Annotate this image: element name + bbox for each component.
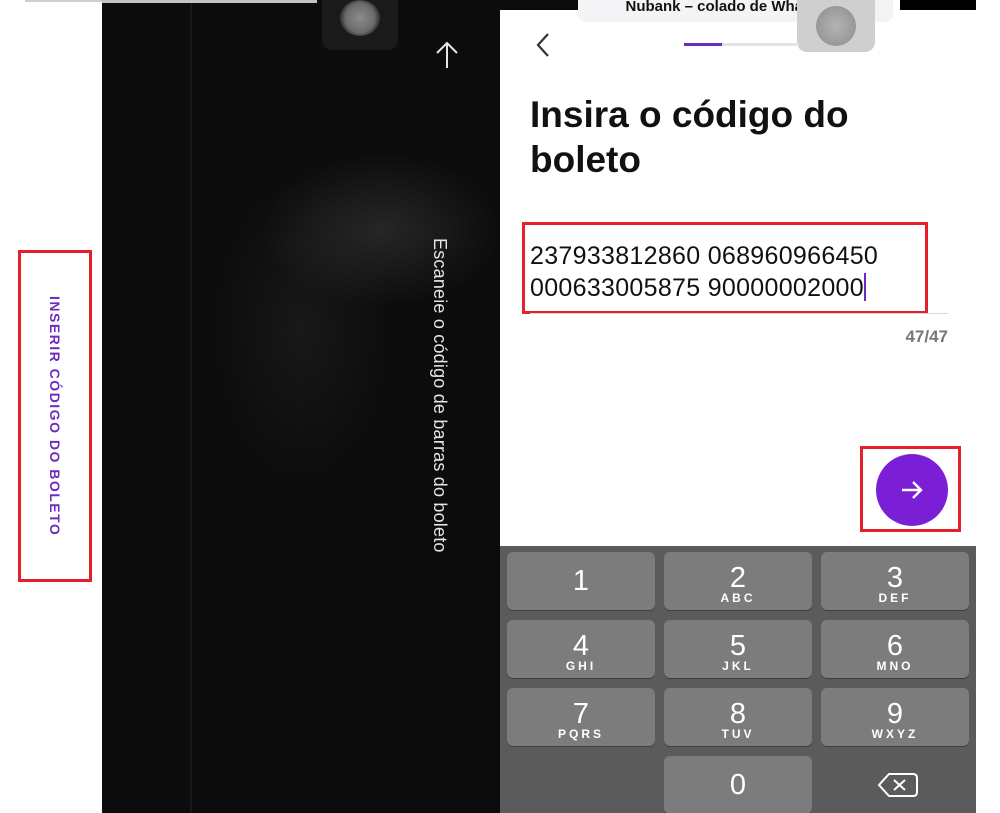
key-8[interactable]: 8 TUV (664, 688, 812, 746)
key-3[interactable]: 3 DEF (821, 552, 969, 610)
viewfinder-stripe (190, 0, 192, 813)
key-letters: ABC (720, 591, 756, 605)
camera-shutter-button[interactable] (340, 0, 380, 36)
code-entry-screen: Nubank – colado de WhatsApp Insira o cód… (500, 0, 976, 813)
key-9[interactable]: 9 WXYZ (821, 688, 969, 746)
code-line-2-text: 000633005875 90000002000 (530, 274, 864, 302)
backspace-icon (877, 773, 918, 797)
key-letters: WXYZ (871, 727, 919, 741)
key-number: 7 (572, 698, 590, 730)
camera-viewfinder: Escaneie o código de barras do boleto (102, 0, 500, 813)
key-number: 0 (729, 769, 747, 801)
key-number: 9 (886, 698, 904, 730)
banner-thumbnail (797, 0, 875, 52)
status-bar-edge (500, 0, 578, 10)
top-divider (102, 0, 317, 3)
status-bar-edge (900, 0, 976, 10)
key-number: 5 (729, 630, 747, 662)
key-number: 6 (886, 630, 904, 662)
top-divider (25, 0, 102, 2)
text-caret (863, 273, 866, 301)
thumbnail-icon (816, 6, 856, 46)
right-margin (976, 0, 1000, 813)
insert-code-label: INSERIR CÓDIGO DO BOLETO (47, 295, 63, 537)
key-letters: TUV (721, 727, 755, 741)
progress-fill (684, 43, 722, 46)
left-strip: INSERIR CÓDIGO DO BOLETO (0, 0, 102, 813)
scan-instruction: Escaneie o código de barras do boleto (430, 238, 450, 553)
key-5[interactable]: 5 JKL (664, 620, 812, 678)
step-progress-bar (684, 43, 799, 46)
back-chevron-icon[interactable] (530, 30, 560, 60)
code-line-1: 237933812860 068960966450 (530, 242, 879, 270)
key-letters: GHI (565, 659, 597, 673)
character-counter: 47/47 (905, 327, 948, 346)
barcode-input[interactable]: 237933812860 068960966450 000633005875 9… (530, 240, 930, 304)
key-0[interactable]: 0 (664, 756, 812, 813)
code-line-2: 000633005875 90000002000 (530, 272, 930, 304)
backspace-key[interactable] (821, 756, 969, 813)
key-6[interactable]: 6 MNO (821, 620, 969, 678)
key-2[interactable]: 2 ABC (664, 552, 812, 610)
next-button[interactable] (876, 454, 948, 526)
key-number: 1 (572, 565, 590, 597)
key-7[interactable]: 7 PQRS (507, 688, 655, 746)
arrow-right-icon (902, 481, 923, 499)
input-underline (530, 313, 948, 314)
key-number: 8 (729, 698, 747, 730)
key-number: 2 (729, 562, 747, 594)
arrow-up-icon[interactable] (432, 40, 462, 70)
key-letters: PQRS (557, 727, 604, 741)
key-letters: MNO (876, 659, 914, 673)
key-number: 4 (572, 630, 590, 662)
page-title: Insira o código do boleto (530, 94, 849, 180)
insert-code-button[interactable]: INSERIR CÓDIGO DO BOLETO (18, 250, 92, 582)
key-number: 3 (886, 562, 904, 594)
key-4[interactable]: 4 GHI (507, 620, 655, 678)
key-letters: JKL (722, 659, 754, 673)
key-letters: DEF (878, 591, 912, 605)
key-1[interactable]: 1 (507, 552, 655, 610)
numeric-keypad: 1 2 ABC 3 DEF 4 GHI 5 JKL 6 MNO 7 PQRS 8… (500, 546, 976, 813)
